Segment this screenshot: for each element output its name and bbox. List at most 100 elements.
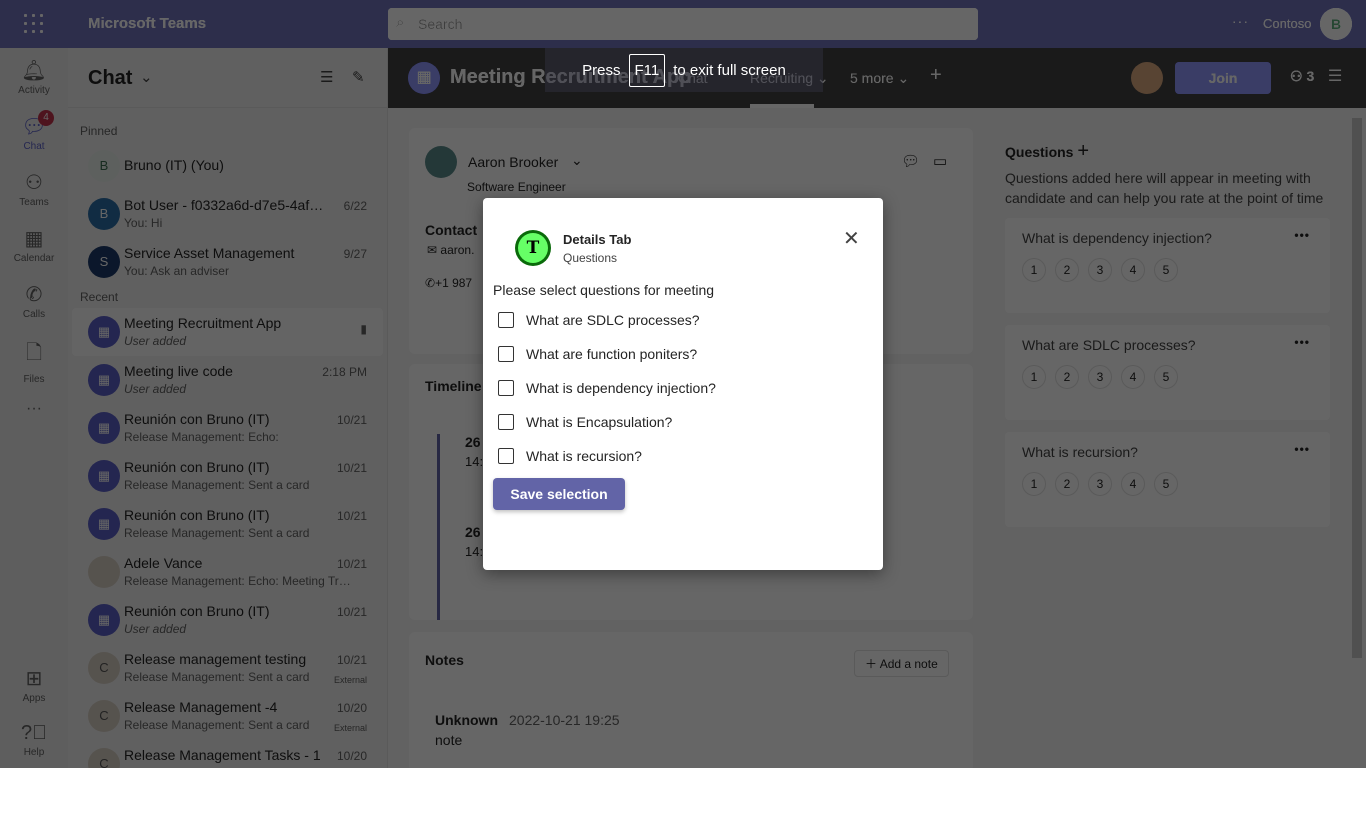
- rail-help[interactable]: ?⃝ Help: [0, 722, 68, 758]
- chevron-down-icon[interactable]: ⌄: [140, 68, 153, 86]
- participants-button[interactable]: ⚇ 3: [1290, 68, 1314, 85]
- avatar: B: [88, 150, 120, 182]
- dialog-prompt: Please select questions for meeting: [493, 282, 715, 298]
- tab-more[interactable]: 5 more ⌄: [850, 70, 909, 87]
- rail-chat[interactable]: 💬︎ 4 Chat: [0, 110, 68, 152]
- app-launcher-icon[interactable]: [24, 14, 44, 34]
- checkbox[interactable]: [498, 346, 514, 362]
- more-icon[interactable]: •••: [1294, 335, 1310, 349]
- recent-section[interactable]: Recent: [68, 286, 387, 308]
- question-text: What is dependency injection?: [1022, 230, 1212, 246]
- chat-list-item[interactable]: B Bot User - f0332a6d-d7e5-4af4-... You: H…: [72, 190, 383, 238]
- save-selection-button[interactable]: Save selection: [493, 478, 625, 510]
- rating-button[interactable]: 1: [1022, 258, 1046, 282]
- app-rail: 🔔︎ Activity 💬︎ 4 Chat ⚇ Teams ▦ Calendar ✆ Cal…: [0, 48, 68, 768]
- rating-button[interactable]: 1: [1022, 365, 1046, 389]
- rating-button[interactable]: 2: [1055, 472, 1079, 496]
- chat-list-item[interactable]: ▦ Reunión con Bruno (IT) Release Managemen…: [72, 404, 383, 452]
- mail-icon: ✉: [427, 243, 441, 257]
- candidate-phone[interactable]: ✆+1 987: [425, 276, 472, 290]
- chat-date: 6/22: [343, 199, 367, 213]
- chat-title[interactable]: Chat: [88, 67, 132, 90]
- chat-preview: Release Management: Sent a card: [124, 478, 310, 492]
- more-options-button[interactable]: ···: [1232, 13, 1249, 29]
- add-question-icon[interactable]: +: [1077, 140, 1089, 162]
- chat-list-item[interactable]: S Service Asset Management You: Ask an adv…: [72, 238, 383, 286]
- chat-list-item[interactable]: ▦ Meeting Recruitment App User added ▮: [72, 308, 383, 356]
- add-note-button[interactable]: ＋ Add a note: [854, 650, 949, 677]
- question-option[interactable]: What is recursion?: [498, 448, 642, 464]
- dialog-subtitle: Questions: [563, 251, 618, 265]
- rating-button[interactable]: 5: [1154, 258, 1178, 282]
- question-option[interactable]: What is dependency injection?: [498, 380, 716, 396]
- chevron-down-icon[interactable]: ⌄: [571, 152, 583, 169]
- chat-list-item[interactable]: ▦ Meeting live code User added 2:18 PM: [72, 356, 383, 404]
- chat-list-item[interactable]: C Release Management Tasks - 1 10/20: [72, 740, 383, 768]
- close-icon[interactable]: ✕: [843, 226, 860, 251]
- question-option[interactable]: What are function poniters?: [498, 346, 697, 362]
- unread-badge: 4: [38, 110, 54, 126]
- more-icon[interactable]: •••: [1294, 228, 1310, 242]
- rail-more[interactable]: ···: [0, 400, 68, 418]
- checkbox[interactable]: [498, 312, 514, 328]
- chat-date: 10/21: [336, 557, 367, 571]
- scrollbar[interactable]: [1352, 118, 1362, 658]
- calendar-icon: ▦: [24, 228, 44, 250]
- rating-button[interactable]: 3: [1088, 365, 1112, 389]
- rail-activity[interactable]: 🔔︎ Activity: [0, 58, 68, 96]
- meeting-icon: ▦: [88, 412, 120, 444]
- chat-list-item[interactable]: ▦ Reunión con Bruno (IT) Release Managemen…: [72, 500, 383, 548]
- chat-list-item[interactable]: C Release management testing Release Manag…: [72, 644, 383, 692]
- more-icon[interactable]: •••: [1294, 442, 1310, 456]
- tab-chat[interactable]: Chat: [678, 70, 708, 86]
- rail-calendar[interactable]: ▦ Calendar: [0, 226, 68, 264]
- org-name[interactable]: Contoso: [1263, 16, 1311, 31]
- search-input[interactable]: ⌕ Search: [388, 8, 978, 40]
- add-tab-icon[interactable]: +: [930, 64, 942, 87]
- rating-button[interactable]: 4: [1121, 472, 1145, 496]
- rating-button[interactable]: 1: [1022, 472, 1046, 496]
- question-option[interactable]: What are SDLC processes?: [498, 312, 700, 328]
- rating-button[interactable]: 4: [1121, 365, 1145, 389]
- rating-button[interactable]: 3: [1088, 258, 1112, 282]
- timeline-time: 14:: [465, 544, 484, 559]
- checkbox[interactable]: [498, 414, 514, 430]
- rating-button[interactable]: 5: [1154, 365, 1178, 389]
- list-icon[interactable]: ☰: [1328, 66, 1342, 86]
- chat-icon[interactable]: 💬︎: [901, 152, 920, 170]
- option-label: What is recursion?: [526, 448, 642, 464]
- rail-teams[interactable]: ⚇ Teams: [0, 170, 68, 208]
- rating-button[interactable]: 2: [1055, 365, 1079, 389]
- rating-button[interactable]: 5: [1154, 472, 1178, 496]
- user-avatar[interactable]: B: [1320, 8, 1352, 40]
- rating-button[interactable]: 2: [1055, 258, 1079, 282]
- chat-date: 9/27: [343, 247, 367, 261]
- chat-list-item[interactable]: Adele Vance Release Management: Echo: Mee…: [72, 548, 383, 596]
- rail-files[interactable]: 🗋 Files: [0, 338, 68, 385]
- rating-button[interactable]: 4: [1121, 258, 1145, 282]
- pinned-section[interactable]: Pinned: [68, 120, 387, 142]
- video-icon[interactable]: ▭: [933, 152, 947, 170]
- question-option[interactable]: What is Encapsulation?: [498, 414, 672, 430]
- candidate-email[interactable]: ✉ aaron.: [427, 243, 474, 257]
- chat-name: Reunión con Bruno (IT): [124, 411, 270, 427]
- checkbox[interactable]: [498, 448, 514, 464]
- meeting-icon: ▦: [88, 316, 120, 348]
- checkbox[interactable]: [498, 380, 514, 396]
- chat-list-item[interactable]: C Release Management -4 Release Management…: [72, 692, 383, 740]
- tab-recruiting[interactable]: Recruiting ⌄: [750, 70, 829, 87]
- avatar: C: [88, 700, 120, 732]
- join-button[interactable]: Join: [1175, 62, 1271, 94]
- compose-icon[interactable]: ✎: [352, 68, 365, 86]
- chat-list-item[interactable]: B Bruno (IT) (You): [72, 142, 383, 190]
- chat-list-item[interactable]: ▦ Reunión con Bruno (IT) Release Managemen…: [72, 452, 383, 500]
- rail-apps[interactable]: ⊞ Apps: [0, 666, 68, 704]
- candidate-name[interactable]: Aaron Brooker: [468, 154, 558, 170]
- active-tab-indicator: [750, 104, 814, 108]
- chat-list-item[interactable]: ▦ Reunión con Bruno (IT) User added 10/21: [72, 596, 383, 644]
- plus-icon: ＋: [865, 657, 880, 671]
- rail-calls[interactable]: ✆ Calls: [0, 282, 68, 320]
- rating-button[interactable]: 3: [1088, 472, 1112, 496]
- participant-avatar[interactable]: [1131, 62, 1163, 94]
- filter-icon[interactable]: ☰: [320, 68, 333, 86]
